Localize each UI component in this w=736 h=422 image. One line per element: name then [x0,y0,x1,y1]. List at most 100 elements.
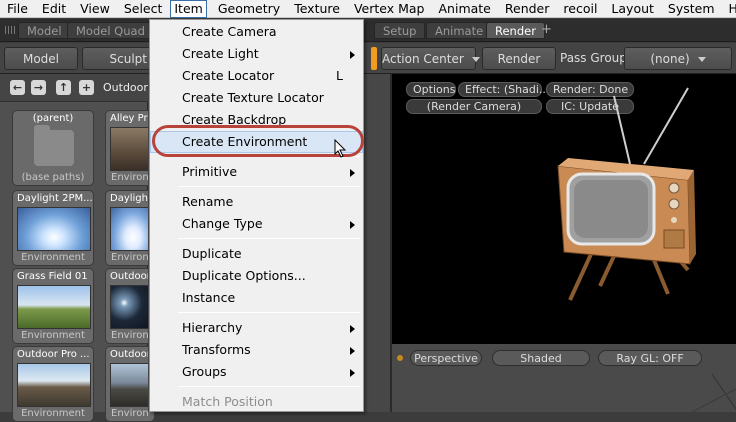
thumb-caption: Environ [111,330,149,341]
menu-change-type[interactable]: Change Type [150,213,363,235]
shortcut-label: L [336,68,343,83]
submenu-arrow-icon [350,347,355,355]
menu-layout[interactable]: Layout [604,0,661,18]
pass-groups-dropdown[interactable]: (none) [624,47,732,70]
menu-rename[interactable]: Rename [150,191,363,213]
tv-render-image [557,87,696,301]
menu-create-light[interactable]: Create Light [150,43,363,65]
menu-system[interactable]: System [661,0,722,18]
add-tab-button[interactable]: + [541,22,552,37]
menu-help[interactable]: Help [722,0,736,18]
submenu-arrow-icon [350,369,355,377]
menu-duplicate[interactable]: Duplicate [150,243,363,265]
menu-instance[interactable]: Instance [150,287,363,309]
menu-duplicate-options[interactable]: Duplicate Options... [150,265,363,287]
action-center-dropdown[interactable]: Action Center [381,47,480,70]
menu-vertex-map[interactable]: Vertex Map [347,0,432,18]
render-button[interactable]: Render [482,47,556,70]
menu-edit[interactable]: Edit [35,0,73,18]
menu-item-label: Match Position [182,394,273,409]
menu-transforms[interactable]: Transforms [150,339,363,361]
tab-setup[interactable]: Setup [374,22,426,39]
thumb-title: Daylight [110,193,152,204]
up-folder-icon[interactable]: ↑ [56,80,71,95]
menu-item-label: Groups [182,364,227,379]
model-button[interactable]: Model [4,47,78,70]
menu-item-label: Create Texture Locator [182,90,324,105]
add-icon[interactable]: + [79,80,94,95]
tab-render[interactable]: Render [486,22,545,39]
menu-item-label: Hierarchy [182,320,243,335]
menu-texture[interactable]: Texture [287,0,347,18]
submenu-arrow-icon [350,221,355,229]
menu-select[interactable]: Select [117,0,170,18]
menu-hierarchy[interactable]: Hierarchy [150,317,363,339]
menu-groups[interactable]: Groups [150,361,363,383]
chevron-down-icon [471,57,480,62]
menu-separator [178,238,360,239]
sculpt-label: Sculpt [109,52,147,66]
menu-item-label: Change Type [182,216,263,231]
preset-thumb-outdoor-pro[interactable]: Outdoor Pro ... Environment [12,346,94,422]
thumb-caption: Environ [111,252,149,263]
tab-model[interactable]: Model [18,22,71,39]
pass-groups-value: (none) [650,52,690,66]
pass-groups-label: Pass Groups [560,51,634,65]
menu-bar: File Edit View Select Item Geometry Text… [0,0,736,18]
layout-tabs-row: Model Model Quad Setup Animate Render + [0,19,736,42]
menu-item-label: Instance [182,290,236,305]
orange-grip-handle[interactable] [371,47,377,70]
menu-primitive[interactable]: Primitive [150,161,363,183]
menu-item-label: Duplicate [182,246,242,261]
back-arrow-icon[interactable]: ← [10,80,25,95]
drag-grip-icon[interactable] [5,26,15,34]
menu-create-texture-locator[interactable]: Create Texture Locator [150,87,363,109]
thumb-title: Alley Pr [110,113,148,124]
thumb-caption: Environment [21,252,85,263]
menu-separator [178,186,360,187]
preset-thumb-daylight-2pm[interactable]: Daylight 2PM... Environment [12,190,94,266]
menu-item-label: Duplicate Options... [182,268,306,283]
submenu-arrow-icon [350,325,355,333]
thumb-title: (parent) [32,113,74,124]
menu-render[interactable]: Render [498,0,557,18]
perspective-viewport[interactable]: Perspective Shaded Ray GL: OFF [390,344,736,412]
thumb-caption: Environ [111,408,149,419]
thumb-title: Outdoor [110,271,151,282]
preset-thumb-grass-field[interactable]: Grass Field 01 Environment [12,268,94,344]
render-viewport[interactable]: Options Effect: (Shadi... Render: Done (… [390,74,736,344]
forward-arrow-icon[interactable]: → [31,80,46,95]
submenu-arrow-icon [350,51,355,59]
browser-path: Outdoor [103,81,148,94]
menu-geometry[interactable]: Geometry [211,0,287,18]
thumb-title: Daylight 2PM... [17,193,93,204]
thumb-title: Grass Field 01 [17,271,88,282]
thumb-image [17,207,91,251]
menu-create-camera[interactable]: Create Camera [150,21,363,43]
preset-browser: ← → ↑ + Outdoor (parent) (base paths) Al… [0,74,155,422]
thumb-image [17,363,91,407]
sculpt-button[interactable]: Sculpt [82,47,152,70]
toolbar: Model Sculpt Action Center Render Pass G… [0,43,736,74]
menu-item-label: Create Light [182,46,259,61]
menu-match-position: Match Position [150,391,363,411]
action-center-label: Action Center [382,52,464,66]
menu-recoil[interactable]: recoil [556,0,604,18]
menu-view[interactable]: View [73,0,117,18]
tab-model-quad[interactable]: Model Quad [67,22,154,39]
menu-item-label: Transforms [182,342,251,357]
folder-icon [34,125,74,166]
menu-create-locator[interactable]: Create Locator L [150,65,363,87]
menu-file[interactable]: File [0,0,35,18]
grid-lines-image [691,373,736,412]
tab-animate[interactable]: Animate [426,22,493,39]
menu-animate[interactable]: Animate [432,0,498,18]
highlight-ring-annotation [152,125,364,157]
preset-thumb-parent[interactable]: (parent) (base paths) [12,110,94,186]
menu-item-label: Create Camera [182,24,277,39]
browser-nav: ← → ↑ + Outdoor [0,74,148,102]
menu-item[interactable]: Item [170,0,207,18]
thumb-caption: Environment [21,408,85,419]
item-menu-dropdown: Create Camera Create Light Create Locato… [149,19,364,412]
chevron-down-icon [697,57,706,62]
